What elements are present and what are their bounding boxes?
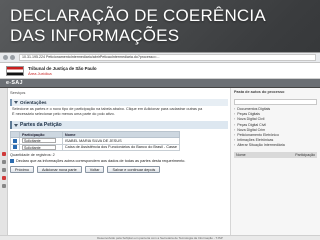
row-checkbox[interactable]: [13, 138, 17, 143]
services-menu[interactable]: Serviços: [10, 90, 25, 95]
sidebar-grid-col-name: Nome: [236, 152, 246, 157]
sidebar-heading: Pasta de autos do processo: [234, 90, 285, 94]
esaj-logo: e-SAJ: [6, 80, 23, 86]
court-flag-logo: [6, 65, 24, 76]
sidebar-item[interactable]: Alterar Situação Intermediária: [231, 143, 320, 148]
court-header: Tribunal de Justiça de São Paulo Área Ju…: [0, 63, 320, 79]
collapse-icon: [14, 123, 18, 127]
browser-address-bar: 10.31.195.224 PeticionamentoIntermediari…: [0, 53, 320, 63]
page-footer: Desenvolvido pela Softplan em parceria c…: [0, 235, 320, 240]
forward-icon[interactable]: [10, 55, 15, 60]
orientacoes-section-header[interactable]: Orientações: [10, 99, 228, 106]
main-content: Serviços Orientações Selecione as partes…: [10, 88, 228, 240]
sidebar-grid-col-part: Participação: [295, 152, 315, 157]
left-rail: [0, 88, 8, 240]
doc-icon[interactable]: [2, 184, 6, 188]
doc-icon[interactable]: [2, 168, 6, 172]
sidebar-grid-header: Nome Participação: [234, 151, 317, 158]
row-checkbox[interactable]: [13, 145, 17, 150]
esaj-menu-bar: e-SAJ: [0, 79, 320, 88]
participacao-select[interactable]: Solicitante: [22, 138, 56, 144]
slide-title-line-1: DECLARAÇÃO DE COERÊNCIA: [10, 6, 266, 25]
record-count: Quantidade de registros: 2: [10, 153, 55, 157]
party-name: Caixa de Assistência dos Funcionários do…: [61, 143, 181, 151]
orientacoes-text: Selecione as partes e o novo tipo de par…: [12, 107, 203, 116]
screenshot-window: 10.31.195.224 PeticionamentoIntermediari…: [0, 52, 320, 240]
save-later-button[interactable]: Salvar e continuar depois: [107, 166, 161, 173]
add-party-button[interactable]: Adicionar nova parte: [36, 166, 82, 173]
pdf-icon[interactable]: [2, 152, 6, 156]
orientacoes-title: Orientações: [20, 100, 47, 105]
declaration-row[interactable]: Declaro que as informações acima corresp…: [10, 159, 228, 163]
sidebar-search-input[interactable]: [234, 99, 317, 105]
participacao-select[interactable]: Solicitante: [22, 144, 56, 150]
next-button[interactable]: Próximo: [10, 166, 34, 173]
pdf-icon[interactable]: [2, 176, 6, 180]
partes-section-header[interactable]: Partes da Petição: [10, 121, 228, 129]
doc-icon[interactable]: [2, 160, 6, 164]
declaration-text: Declaro que as informações acima corresp…: [16, 159, 186, 163]
back-icon[interactable]: [3, 55, 8, 60]
declaration-checkbox[interactable]: [10, 159, 14, 163]
right-sidebar: Pasta de autos do processo Documentos Di…: [230, 88, 320, 240]
collapse-icon: [14, 101, 18, 104]
action-buttons: Próximo Adicionar nova parte Voltar Salv…: [10, 166, 228, 173]
slide-title: DECLARAÇÃO DE COERÊNCIA DAS INFORMAÇÕES: [10, 6, 310, 46]
table-row[interactable]: Solicitante Caixa de Assistência dos Fun…: [10, 143, 181, 151]
back-button[interactable]: Voltar: [84, 166, 105, 173]
slide-title-line-2: DAS INFORMAÇÕES: [10, 26, 180, 45]
partes-title: Partes da Petição: [20, 122, 62, 128]
area-name: Área Jurídica: [28, 70, 52, 76]
url-field[interactable]: 10.31.195.224 PeticionamentoIntermediari…: [19, 54, 316, 61]
partes-table: Participação Nome Solicitante ISABEL MAR…: [10, 131, 181, 151]
